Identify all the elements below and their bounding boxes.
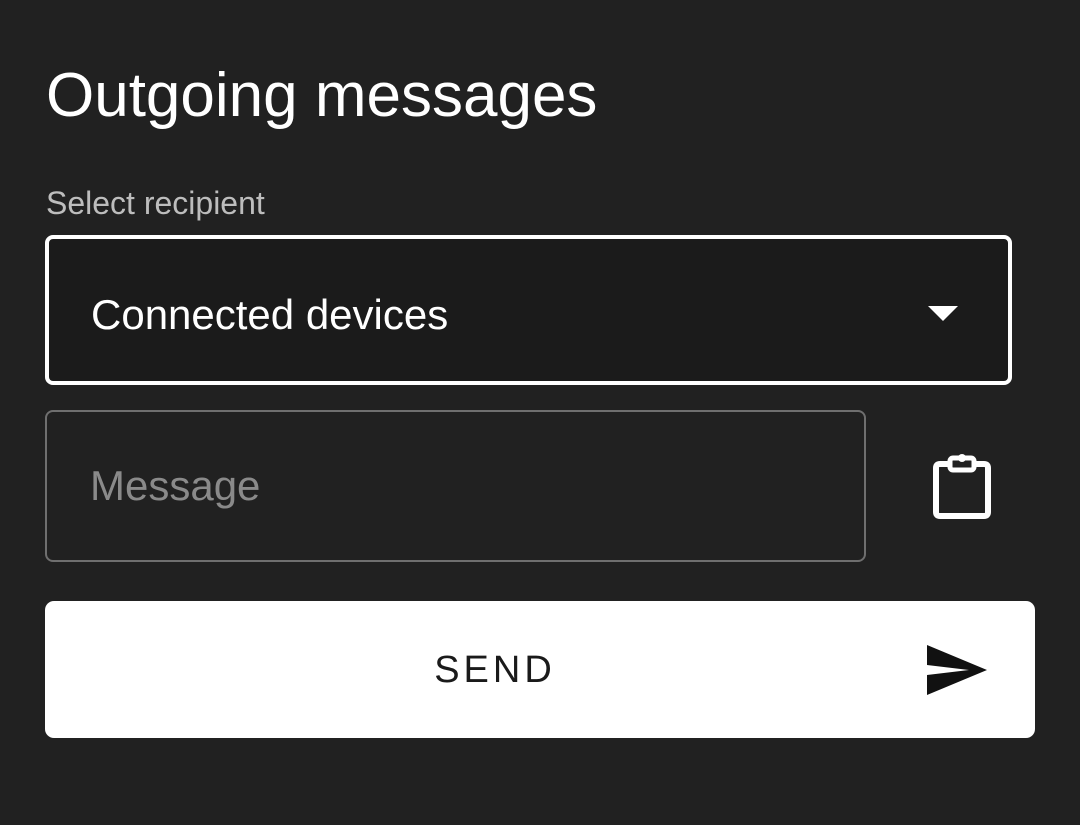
recipient-selected-value: Connected devices xyxy=(91,291,449,338)
page-title: Outgoing messages xyxy=(46,61,598,130)
message-input[interactable] xyxy=(47,412,864,560)
recipient-select[interactable]: Connected devices xyxy=(45,235,1012,385)
clipboard-icon xyxy=(933,454,991,519)
paste-button[interactable] xyxy=(926,450,998,526)
message-field[interactable] xyxy=(45,410,866,562)
send-button-label: SEND xyxy=(434,649,556,691)
caret-down-icon xyxy=(928,306,958,321)
send-icon xyxy=(927,645,987,695)
send-button[interactable]: SEND xyxy=(45,601,1035,738)
recipient-label: Select recipient xyxy=(46,185,265,221)
